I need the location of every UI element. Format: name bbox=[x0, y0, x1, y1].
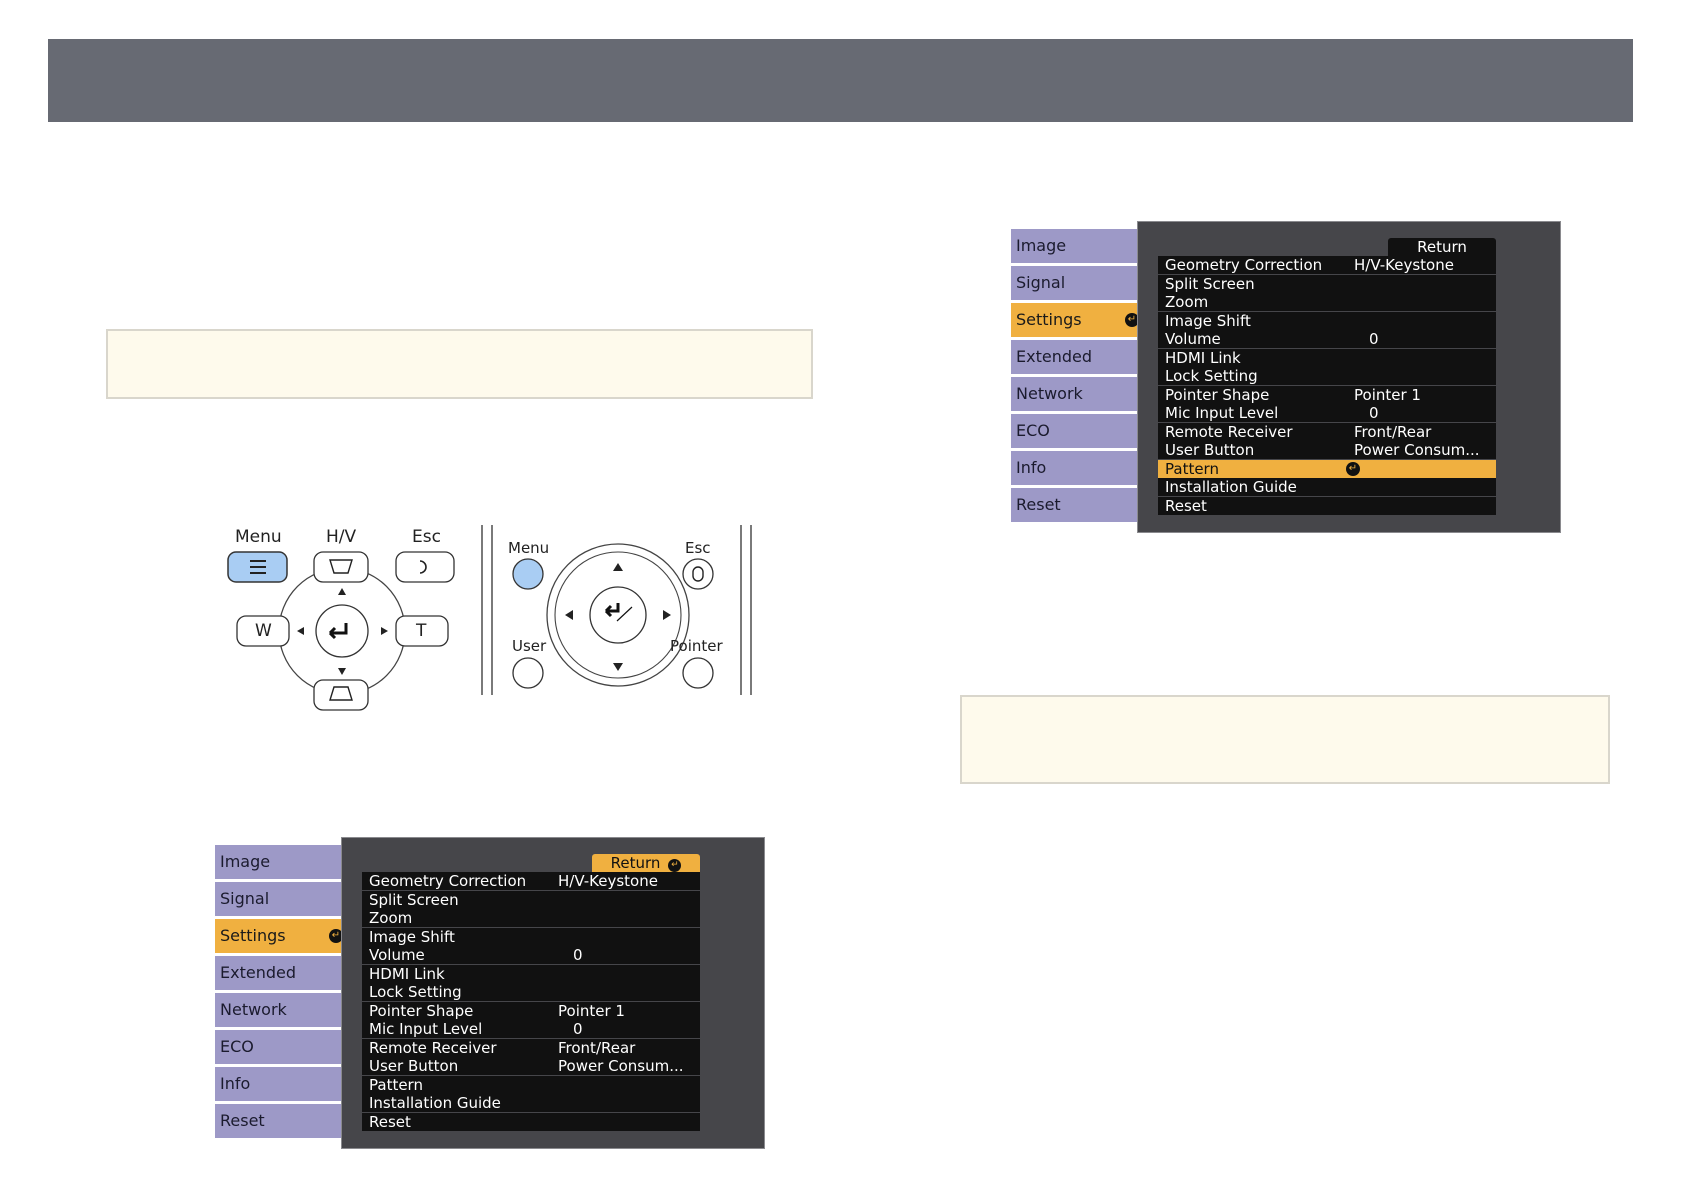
tab-image[interactable]: Image bbox=[215, 845, 341, 879]
header-bar bbox=[48, 39, 1633, 122]
enter-icon: ↵ bbox=[1346, 461, 1360, 476]
row-pattern[interactable]: Pattern bbox=[362, 1075, 700, 1094]
pointer-label: Pointer bbox=[670, 637, 723, 655]
tab-extended[interactable]: Extended bbox=[1011, 340, 1137, 374]
tab-settings[interactable]: Settings ↵ bbox=[215, 919, 351, 953]
row-pattern[interactable]: Pattern ↵ bbox=[1158, 459, 1496, 478]
row-image-shift[interactable]: Image Shift bbox=[362, 927, 700, 946]
return-button[interactable]: Return ↵ bbox=[592, 854, 700, 872]
note-box-right bbox=[960, 695, 1610, 784]
tab-signal[interactable]: Signal bbox=[1011, 266, 1137, 300]
menu-panel: Return Geometry Correction H/V-Keystone S… bbox=[1137, 221, 1561, 533]
row-geometry-correction[interactable]: Geometry Correction H/V-Keystone bbox=[362, 872, 700, 890]
tab-reset[interactable]: Reset bbox=[215, 1104, 341, 1138]
remote-buttons-svg bbox=[227, 525, 752, 711]
row-remote-receiver[interactable]: Remote Receiver Front/Rear bbox=[362, 1038, 700, 1057]
row-hdmi-link[interactable]: HDMI Link bbox=[1158, 348, 1496, 367]
row-installation-guide[interactable]: Installation Guide bbox=[362, 1094, 700, 1112]
esc-label-left: Esc bbox=[412, 527, 441, 547]
row-installation-guide[interactable]: Installation Guide bbox=[1158, 478, 1496, 496]
pointer-button bbox=[682, 657, 714, 689]
settings-menu-pattern-selected: Image Signal Settings ↵ Extended Network … bbox=[1011, 221, 1561, 533]
row-lock-setting[interactable]: Lock Setting bbox=[1158, 367, 1496, 385]
remote-control-illustration: Menu H/V Esc W T Menu Esc User Pointer bbox=[220, 525, 760, 720]
row-geometry-correction[interactable]: Geometry Correction H/V-Keystone bbox=[1158, 256, 1496, 274]
tab-reset[interactable]: Reset bbox=[1011, 488, 1137, 522]
return-button[interactable]: Return bbox=[1388, 238, 1496, 256]
w-label: W bbox=[255, 621, 272, 641]
row-image-shift[interactable]: Image Shift bbox=[1158, 311, 1496, 330]
keystone-down-button bbox=[313, 679, 369, 711]
esc-button-right bbox=[682, 558, 714, 590]
tab-extended[interactable]: Extended bbox=[215, 956, 341, 990]
tab-eco[interactable]: ECO bbox=[1011, 414, 1137, 448]
row-mic-input-level[interactable]: Mic Input Level 0 bbox=[1158, 404, 1496, 422]
settings-menu-return-selected: Image Signal Settings ↵ Extended Network … bbox=[215, 837, 765, 1149]
enter-icon: ↵ bbox=[668, 859, 682, 872]
enter-button-right bbox=[589, 586, 647, 644]
tab-network[interactable]: Network bbox=[1011, 377, 1137, 411]
row-user-button[interactable]: User Button Power Consum... bbox=[1158, 441, 1496, 459]
row-pointer-shape[interactable]: Pointer Shape Pointer 1 bbox=[1158, 385, 1496, 404]
hv-label: H/V bbox=[326, 527, 357, 547]
row-reset[interactable]: Reset bbox=[1158, 496, 1496, 515]
row-user-button[interactable]: User Button Power Consum... bbox=[362, 1057, 700, 1075]
tab-settings[interactable]: Settings ↵ bbox=[1011, 303, 1147, 337]
row-lock-setting[interactable]: Lock Setting bbox=[362, 983, 700, 1001]
row-zoom[interactable]: Zoom bbox=[362, 909, 700, 927]
row-zoom[interactable]: Zoom bbox=[1158, 293, 1496, 311]
menu-button-right bbox=[512, 558, 544, 590]
menu-label-right: Menu bbox=[508, 539, 550, 557]
t-label: T bbox=[416, 621, 427, 641]
tab-info[interactable]: Info bbox=[215, 1067, 341, 1101]
hv-keystone-button bbox=[313, 551, 369, 583]
row-reset[interactable]: Reset bbox=[362, 1112, 700, 1131]
tab-eco[interactable]: ECO bbox=[215, 1030, 341, 1064]
menu-label-left: Menu bbox=[235, 527, 282, 547]
tab-signal[interactable]: Signal bbox=[215, 882, 341, 916]
user-button bbox=[512, 657, 544, 689]
user-label: User bbox=[512, 637, 547, 655]
row-volume[interactable]: Volume 0 bbox=[1158, 330, 1496, 348]
tab-network[interactable]: Network bbox=[215, 993, 341, 1027]
row-pointer-shape[interactable]: Pointer Shape Pointer 1 bbox=[362, 1001, 700, 1020]
row-volume[interactable]: Volume 0 bbox=[362, 946, 700, 964]
row-mic-input-level[interactable]: Mic Input Level 0 bbox=[362, 1020, 700, 1038]
row-hdmi-link[interactable]: HDMI Link bbox=[362, 964, 700, 983]
esc-label-right: Esc bbox=[685, 539, 711, 557]
note-box-left bbox=[106, 329, 813, 399]
row-remote-receiver[interactable]: Remote Receiver Front/Rear bbox=[1158, 422, 1496, 441]
tab-info[interactable]: Info bbox=[1011, 451, 1137, 485]
row-split-screen[interactable]: Split Screen bbox=[362, 890, 700, 909]
enter-button-left bbox=[315, 604, 369, 658]
menu-panel: Return ↵ Geometry Correction H/V-Keystone … bbox=[341, 837, 765, 1149]
esc-button-left bbox=[395, 551, 455, 583]
row-split-screen[interactable]: Split Screen bbox=[1158, 274, 1496, 293]
tab-image[interactable]: Image bbox=[1011, 229, 1137, 263]
